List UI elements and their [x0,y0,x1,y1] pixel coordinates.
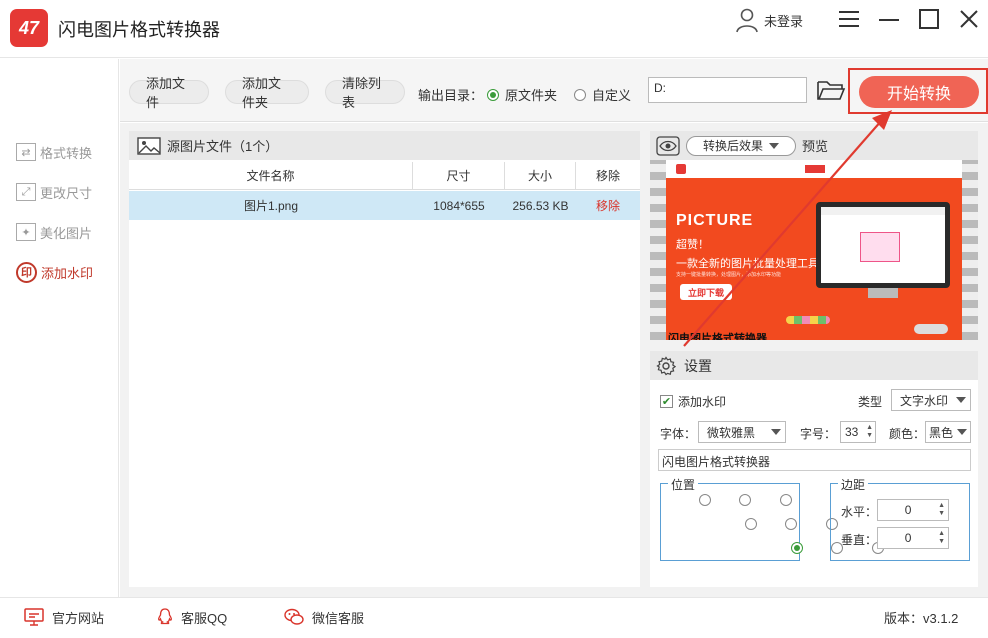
version-label: 版本：v3.1.2 [884,610,959,626]
annotation-arrow [683,110,892,347]
monitor-icon [24,608,44,626]
wechat-support-link[interactable]: 微信客服 [284,607,364,627]
qq-label: 客服QQ [181,610,228,626]
wechat-label: 微信客服 [312,610,365,626]
qq-support-link[interactable]: 客服QQ [157,607,227,627]
website-label: 官方网站 [52,610,105,626]
wechat-icon [284,608,304,625]
status-bar [0,597,988,638]
website-link[interactable]: 官方网站 [24,607,104,627]
qq-icon [158,608,172,625]
